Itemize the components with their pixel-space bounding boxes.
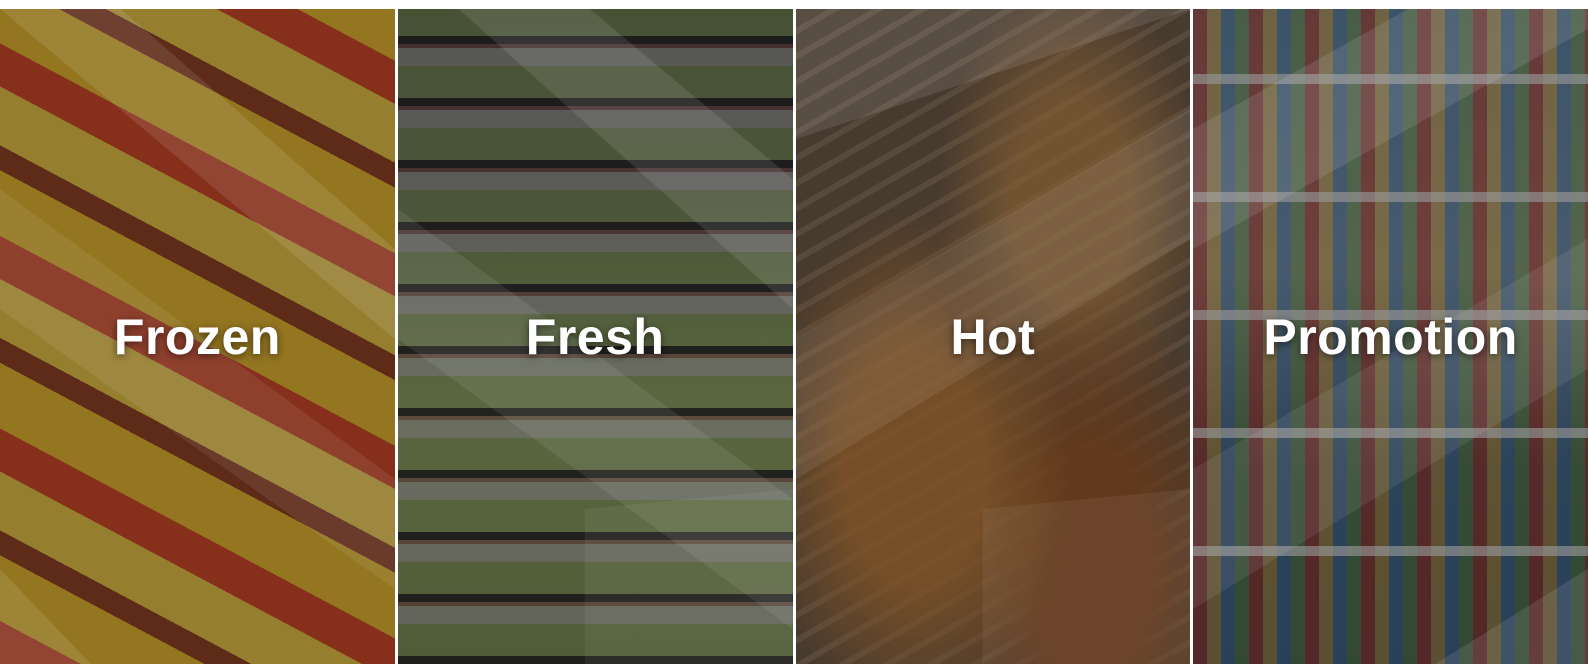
category-label: Fresh bbox=[525, 308, 665, 365]
category-label: Promotion bbox=[1263, 308, 1518, 365]
category-tile-fresh[interactable]: Fresh bbox=[397, 9, 793, 664]
category-tile-promotion[interactable]: Promotion bbox=[1193, 9, 1588, 664]
category-grid: Frozen Fresh Hot Promotion bbox=[0, 9, 1588, 664]
category-tile-hot[interactable]: Hot bbox=[795, 9, 1191, 664]
category-label: Hot bbox=[950, 308, 1036, 365]
category-tile-frozen[interactable]: Frozen bbox=[0, 9, 395, 664]
category-label: Frozen bbox=[113, 308, 281, 365]
